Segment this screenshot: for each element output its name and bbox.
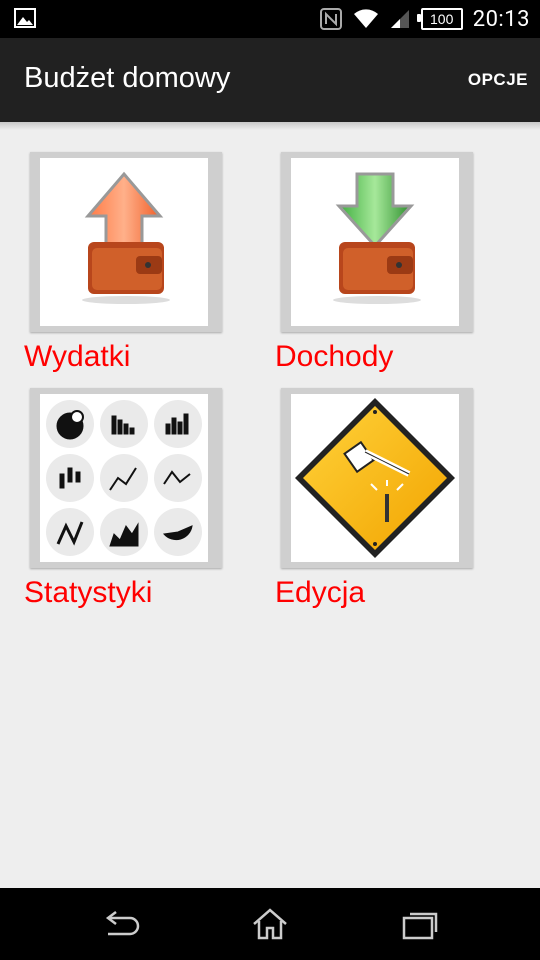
tile-expenses[interactable]: Wydatki	[24, 152, 222, 373]
nfc-icon	[319, 8, 342, 30]
wallet-down-arrow-icon	[291, 158, 459, 326]
tile-frame	[30, 388, 222, 568]
home-icon[interactable]	[246, 904, 294, 944]
wallet-up-arrow-icon	[40, 158, 208, 326]
tile-income[interactable]: Dochody	[275, 152, 473, 373]
clock: 20:13	[472, 6, 530, 32]
tile-frame	[281, 388, 473, 568]
tile-frame	[281, 152, 473, 332]
action-bar: Budżet domowy OPCJE	[0, 38, 540, 122]
recent-apps-icon[interactable]	[396, 904, 444, 944]
tile-label-expenses: Wydatki	[24, 340, 131, 373]
options-menu-button[interactable]: OPCJE	[468, 70, 528, 90]
signal-icon	[390, 10, 409, 28]
tile-edit[interactable]: Edycja	[275, 388, 473, 609]
wifi-icon	[353, 9, 378, 28]
tile-label-edit: Edycja	[275, 576, 366, 609]
image-notification-icon	[14, 8, 36, 28]
charts-grid-icon	[40, 394, 208, 562]
action-bar-shadow	[0, 122, 540, 130]
tile-label-statistics: Statystyki	[24, 576, 153, 609]
tile-frame	[30, 152, 222, 332]
tile-statistics[interactable]: Statystyki	[24, 388, 222, 609]
navigation-bar	[0, 888, 540, 960]
back-icon[interactable]	[96, 904, 144, 944]
tile-label-income: Dochody	[275, 340, 394, 373]
status-bar: 100 20:13	[0, 0, 540, 38]
hammer-warning-sign-icon	[291, 394, 459, 562]
battery-icon: 100	[416, 8, 463, 30]
app-title: Budżet domowy	[24, 62, 231, 94]
